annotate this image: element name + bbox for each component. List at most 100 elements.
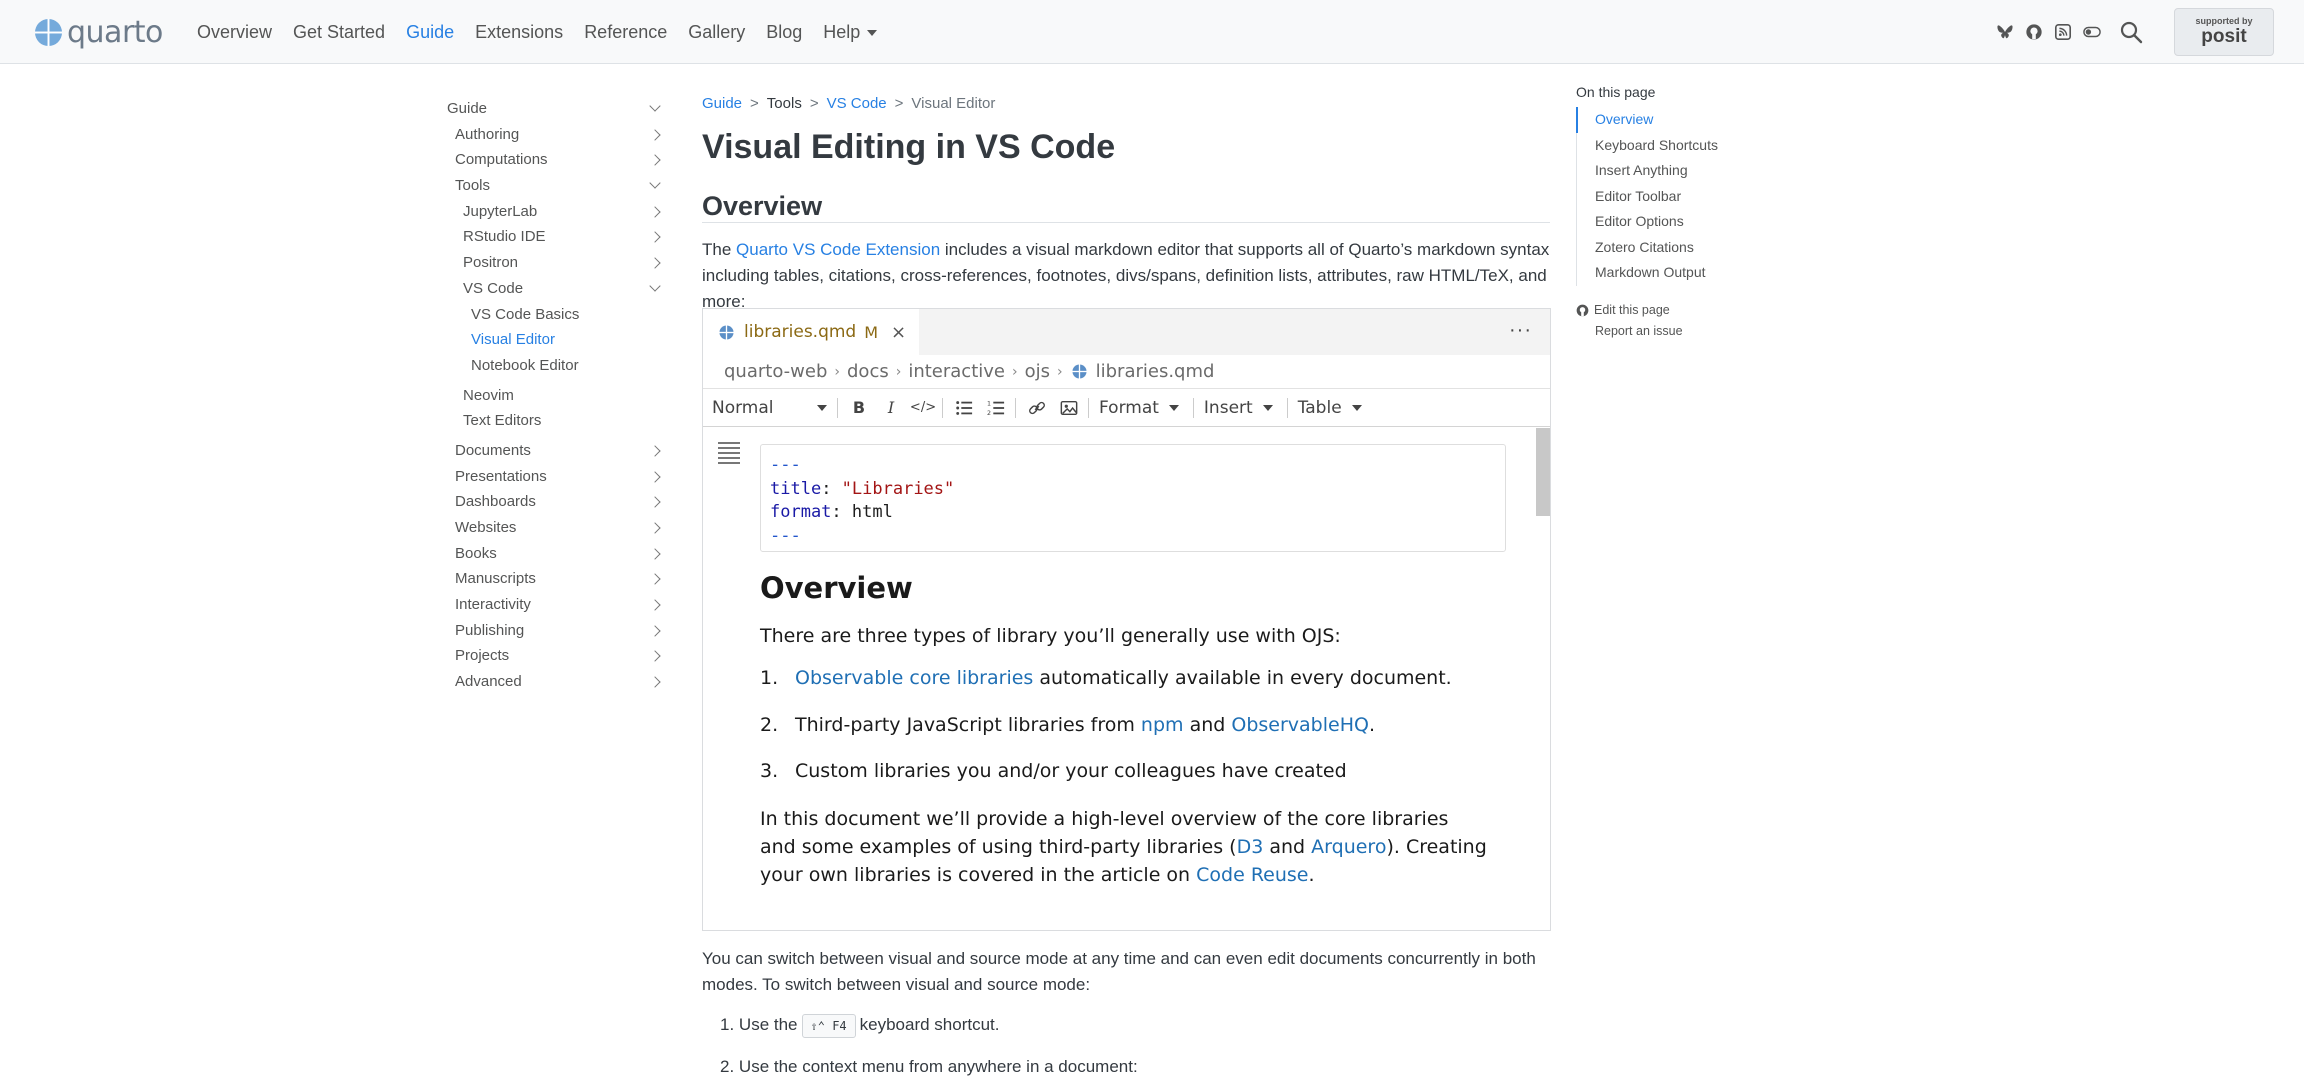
chevron-right-icon[interactable] bbox=[649, 129, 661, 141]
style-dropdown-label: Normal bbox=[712, 397, 774, 418]
sidebar-item-label: Guide bbox=[447, 100, 488, 117]
sidebar-item-label: Websites bbox=[455, 519, 517, 536]
sidebar-item-jupyterlab[interactable]: JupyterLab bbox=[447, 199, 667, 225]
sidebar-item-documents[interactable]: Documents bbox=[447, 438, 667, 464]
chevron-right-icon[interactable] bbox=[649, 470, 661, 483]
chevron-down-icon[interactable] bbox=[649, 100, 661, 112]
breadcrumb-vscode[interactable]: VS Code bbox=[827, 95, 887, 112]
sidebar-item-computations[interactable]: Computations bbox=[447, 147, 667, 173]
chevron-down-icon[interactable] bbox=[649, 280, 661, 292]
search-icon[interactable] bbox=[2118, 19, 2144, 45]
bluesky-icon[interactable] bbox=[1995, 22, 2015, 42]
sidebar-item-books[interactable]: Books bbox=[447, 541, 667, 567]
posit-sponsor-badge[interactable]: supported by posit bbox=[2174, 8, 2274, 56]
breadcrumb-current: Visual Editor bbox=[911, 94, 996, 112]
switch-steps-list: 1. Use the ⇧⌃ F4 keyboard shortcut. 2. Use… bbox=[702, 1010, 1550, 1080]
doc-link: Code Reuse bbox=[1196, 863, 1309, 886]
sidebar-item-rstudio-ide[interactable]: RStudio IDE bbox=[447, 224, 667, 250]
report-issue-link[interactable]: Report an issue bbox=[1576, 321, 1776, 342]
toc-item-keyboard-shortcuts[interactable]: Keyboard Shortcuts bbox=[1577, 133, 1776, 159]
doc-heading: Overview bbox=[760, 571, 913, 605]
sidebar-item-vs-code-basics[interactable]: VS Code Basics bbox=[447, 302, 667, 328]
sidebar-item-neovim[interactable]: Neovim bbox=[447, 383, 667, 409]
yaml-format-line: format: html bbox=[770, 502, 893, 522]
link-icon bbox=[1026, 397, 1048, 419]
chevron-right-icon[interactable] bbox=[649, 257, 661, 269]
sidebar-item-websites[interactable]: Websites bbox=[447, 515, 667, 541]
italic-icon: I bbox=[887, 398, 895, 417]
chevron-right-icon[interactable] bbox=[649, 599, 661, 611]
format-dropdown: Format bbox=[1099, 398, 1179, 418]
sidebar-item-projects[interactable]: Projects bbox=[447, 643, 667, 669]
chevron-right-icon[interactable] bbox=[649, 154, 661, 167]
nav-blog[interactable]: Blog bbox=[766, 22, 802, 43]
svg-text:2: 2 bbox=[987, 410, 991, 417]
outline-icon bbox=[718, 442, 740, 467]
sidebar-item-label: Publishing bbox=[455, 621, 525, 639]
path-segment: interactive bbox=[908, 361, 1005, 382]
edit-page-link[interactable]: Edit this page bbox=[1576, 300, 1776, 321]
toolbar-divider bbox=[1088, 397, 1089, 418]
toggle-icon[interactable] bbox=[2082, 22, 2102, 42]
chevron-right-icon[interactable] bbox=[649, 445, 661, 457]
sidebar-item-manuscripts[interactable]: Manuscripts bbox=[447, 566, 667, 592]
yaml-front-matter: --- title: "Libraries" format: html --- bbox=[760, 444, 1506, 552]
sidebar-item-authoring[interactable]: Authoring bbox=[447, 122, 667, 148]
sidebar-item-notebook-editor[interactable]: Notebook Editor bbox=[447, 353, 667, 379]
nav-overview[interactable]: Overview bbox=[197, 22, 272, 43]
nav-reference[interactable]: Reference bbox=[584, 22, 667, 43]
insert-dropdown-label: Insert bbox=[1203, 397, 1253, 418]
doc-ordered-list: 1. Observable core libraries automaticall… bbox=[760, 664, 1490, 804]
chevron-right-icon[interactable] bbox=[649, 231, 661, 244]
sidebar-item-vs-code[interactable]: VS Code bbox=[447, 276, 667, 302]
sidebar-item-advanced[interactable]: Advanced bbox=[447, 669, 667, 695]
sidebar-item-label: VS Code bbox=[463, 279, 524, 297]
chevron-right-icon[interactable] bbox=[649, 625, 661, 637]
nav-get-started[interactable]: Get Started bbox=[293, 22, 385, 43]
toolbar-divider bbox=[837, 397, 838, 418]
caret-down-icon bbox=[1351, 404, 1362, 411]
toc-item-insert-anything[interactable]: Insert Anything bbox=[1577, 158, 1776, 184]
rss-icon[interactable] bbox=[2053, 22, 2073, 42]
chevron-right-icon[interactable] bbox=[649, 548, 661, 560]
sidebar-item-publishing[interactable]: Publishing bbox=[447, 618, 667, 644]
sidebar-item-guide[interactable]: Guide bbox=[447, 96, 667, 122]
editor-breadcrumb: quarto-web › docs › interactive › ojs › … bbox=[703, 355, 1550, 389]
yaml-key: format bbox=[770, 502, 832, 522]
vscode-extension-link[interactable]: Quarto VS Code Extension bbox=[736, 240, 940, 259]
caret-down-icon bbox=[817, 404, 827, 411]
chevron-right-icon[interactable] bbox=[649, 650, 661, 663]
chevron-right-icon[interactable] bbox=[649, 522, 661, 534]
sidebar-item-positron[interactable]: Positron bbox=[447, 250, 667, 276]
sidebar-item-text-editors[interactable]: Text Editors bbox=[447, 408, 667, 434]
nav-extensions[interactable]: Extensions bbox=[475, 22, 563, 43]
nav-help-dropdown[interactable]: Help bbox=[823, 22, 878, 43]
sidebar-item-interactivity[interactable]: Interactivity bbox=[447, 592, 667, 618]
chevron-right-icon: › bbox=[1057, 363, 1063, 380]
nav-gallery[interactable]: Gallery bbox=[688, 22, 745, 43]
toc-item-editor-options[interactable]: Editor Options bbox=[1577, 209, 1776, 235]
sidebar-item-dashboards[interactable]: Dashboards bbox=[447, 489, 667, 515]
toc-item-overview[interactable]: Overview bbox=[1576, 107, 1776, 133]
path-segment: libraries.qmd bbox=[1095, 361, 1215, 382]
sidebar-item-visual-editor[interactable]: Visual Editor bbox=[447, 327, 667, 353]
chevron-right-icon[interactable] bbox=[649, 496, 661, 508]
list-item: 3. Custom libraries you and/or your colle… bbox=[760, 760, 1347, 782]
chevron-down-icon[interactable] bbox=[649, 177, 661, 189]
doc-link: Observable core libraries bbox=[795, 667, 1034, 689]
breadcrumb-guide[interactable]: Guide bbox=[702, 95, 742, 112]
toc-item-markdown-output[interactable]: Markdown Output bbox=[1577, 260, 1776, 286]
chevron-right-icon[interactable] bbox=[649, 206, 661, 218]
toc-item-editor-toolbar[interactable]: Editor Toolbar bbox=[1577, 184, 1776, 210]
breadcrumb-sep: > bbox=[809, 94, 819, 112]
chevron-right-icon[interactable] bbox=[649, 573, 661, 586]
sidebar-item-presentations[interactable]: Presentations bbox=[447, 464, 667, 490]
sidebar-nav: Guide Authoring Computations Tools JupyterLa… bbox=[447, 96, 667, 695]
chevron-right-icon[interactable] bbox=[649, 676, 661, 688]
sidebar-item-tools[interactable]: Tools bbox=[447, 173, 667, 199]
yaml-title-line: title: "Libraries" bbox=[770, 478, 955, 499]
toc-item-zotero-citations[interactable]: Zotero Citations bbox=[1577, 235, 1776, 261]
quarto-logo[interactable]: quarto bbox=[34, 15, 163, 50]
nav-guide[interactable]: Guide bbox=[406, 22, 454, 43]
github-icon[interactable] bbox=[2024, 22, 2044, 42]
